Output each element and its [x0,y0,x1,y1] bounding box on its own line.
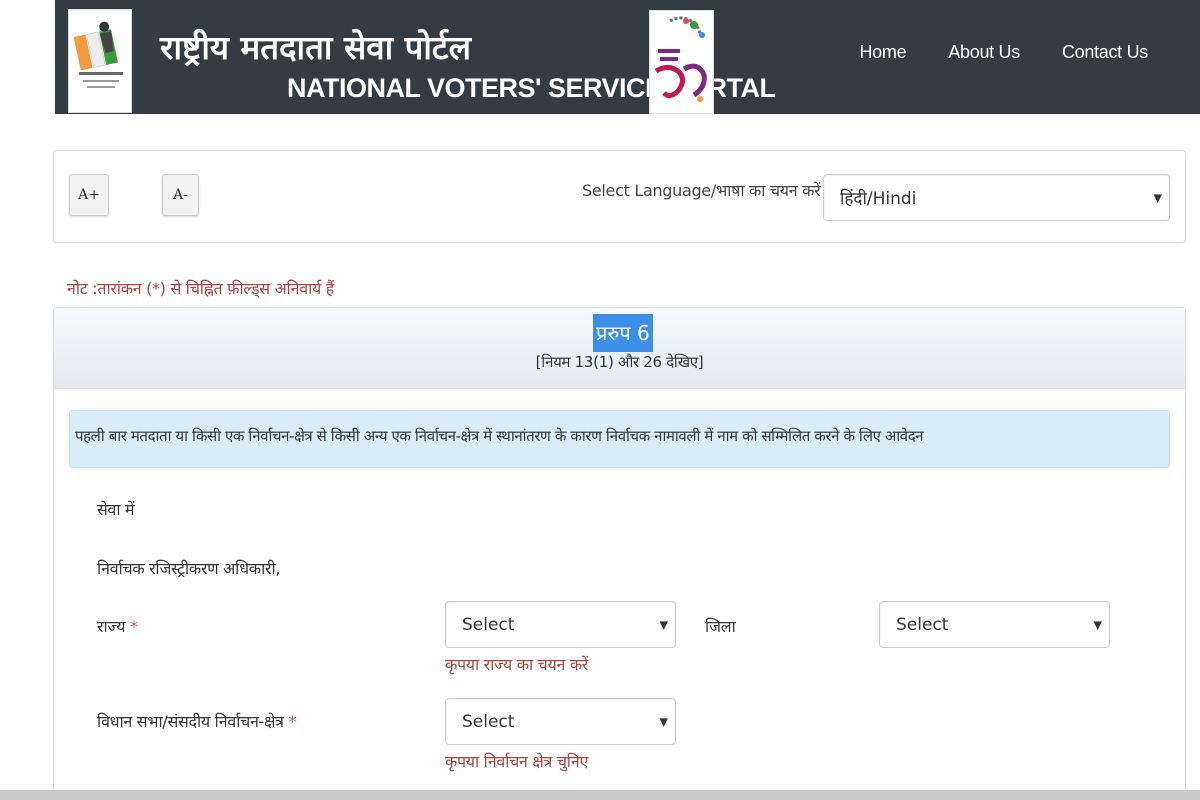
nav-about-link[interactable]: About Us [948,40,1020,64]
state-label: राज्य * [97,615,138,637]
accessibility-toolbar: A+ A- Select Language/भाषा का चयन करें ह… [53,150,1186,243]
nav-home-link[interactable]: Home [859,40,906,64]
constituency-error-message: कृपया निर्वाचन क्षेत्र चुनिए [445,752,588,771]
state-error-message: कृपया राज्य का चयन करें [445,655,589,674]
nav-contact-link[interactable]: Contact Us [1062,40,1148,64]
language-select-value: हिंदी/Hindi [840,189,917,209]
font-decrease-button[interactable]: A- [162,174,199,216]
state-select-value: Select [462,614,515,635]
form-subtitle: [नियम 13(1) और 26 देखिए] [535,353,704,371]
constituency-select-value: Select [462,711,515,732]
font-increase-button[interactable]: A+ [69,174,109,216]
form-description-text: पहली बार मतदाता या किसी एक निर्वाचन-क्षे… [75,427,924,445]
constituency-label-text: विधान सभा/संसदीय निर्वाचन-क्षेत्र [97,712,284,731]
constituency-select[interactable]: Select ▼ [445,698,676,745]
header-left-margin [0,0,55,114]
constituency-label: विधान सभा/संसदीय निर्वाचन-क्षेत्र * [97,710,297,732]
district-select-value: Select [896,614,949,635]
mandatory-fields-note: नोट :तारांकन (*) से चिह्नित फ़ील्ड्स अनि… [67,279,334,298]
horizontal-scrollbar[interactable] [0,790,1200,800]
chevron-down-icon: ▼ [1153,191,1162,204]
chevron-down-icon: ▼ [659,715,668,728]
main-nav: Home About Us Contact Us [859,40,1148,64]
eci-logo-icon[interactable] [68,9,132,113]
salutation-text: सेवा में [97,500,135,519]
required-mark: * [288,712,297,731]
district-select[interactable]: Select ▼ [879,601,1110,648]
addressee-text: निर्वाचक रजिस्ट्रीकरण अधिकारी, [97,559,281,578]
state-select[interactable]: Select ▼ [445,601,676,648]
language-label: Select Language/भाषा का चयन करें [582,181,821,200]
language-select[interactable]: हिंदी/Hindi ▼ [823,174,1170,221]
form-title: प्ररुप 6 [593,314,653,352]
portal-title-hindi: राष्ट्रीय मतदाता सेवा पोर्टल [160,28,471,67]
state-label-text: राज्य [97,617,126,636]
site-header: राष्ट्रीय मतदाता सेवा पोर्टल NATIONAL VO… [0,0,1200,114]
required-mark: * [130,617,138,636]
district-label: जिला [705,617,736,636]
chevron-down-icon: ▼ [659,618,668,631]
desh-ka-maha-tyohar-logo-icon [649,10,714,114]
form-heading: प्ररुप 6 [नियम 13(1) और 26 देखिए] [54,308,1185,389]
chevron-down-icon: ▼ [1093,618,1102,631]
form-description: पहली बार मतदाता या किसी एक निर्वाचन-क्षे… [69,410,1170,468]
